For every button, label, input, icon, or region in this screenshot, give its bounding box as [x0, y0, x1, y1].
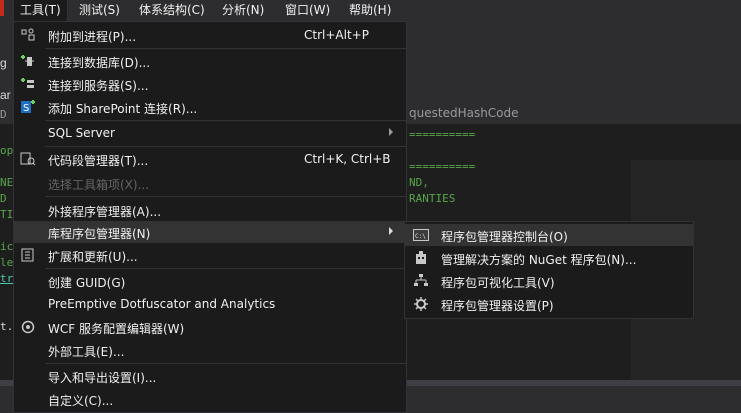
extensions-icon [21, 248, 34, 262]
window-accent [0, 0, 4, 16]
attach-process-icon [21, 28, 35, 41]
menu-item-attach-to-process[interactable]: 附加到进程(P)... Ctrl+Alt+P [14, 24, 406, 46]
menu-item-add-sharepoint[interactable]: S 添加 SharePoint 连接(R)... [14, 96, 406, 118]
left-fragment: D [0, 108, 7, 121]
menu-item-label: 选择工具箱项(X)... [48, 178, 150, 192]
menu-item-label: 自定义(C)... [48, 394, 114, 408]
submenu-item-label: 程序包管理器控制台(O) [441, 230, 568, 244]
document-tab-title[interactable]: questedHashCode [409, 106, 519, 120]
left-fragment: D [0, 192, 7, 205]
menu-item-library-package-manager[interactable]: 库程序包管理器(N) [14, 221, 406, 243]
menu-item-label: 代码段管理器(T)... [48, 154, 149, 168]
sharepoint-icon: S [21, 100, 35, 114]
menu-item-label: PreEmptive Dotfuscator and Analytics [48, 297, 276, 311]
nuget-package-icon [416, 251, 426, 264]
menu-separator [45, 268, 406, 269]
submenu-item-label: 程序包管理器设置(P) [441, 299, 554, 313]
shortcut-label: Ctrl+Alt+P [304, 28, 369, 42]
menu-tools[interactable]: 工具(T) [13, 0, 68, 22]
menu-analyze[interactable]: 分析(N) [216, 0, 270, 21]
menu-separator [45, 48, 406, 49]
menu-item-connect-database[interactable]: 连接到数据库(D)... [14, 50, 406, 72]
shortcut-label: Ctrl+K, Ctrl+B [304, 152, 391, 166]
menu-separator [45, 120, 406, 121]
menu-item-preemptive-dotfuscator[interactable]: PreEmptive Dotfuscator and Analytics [14, 293, 406, 315]
menu-item-label: 连接到服务器(S)... [48, 79, 149, 93]
left-fragment: TI [0, 208, 14, 221]
menu-architecture[interactable]: 体系结构(C) [133, 0, 211, 21]
menu-item-snippet-manager[interactable]: 代码段管理器(T)... Ctrl+K, Ctrl+B [14, 148, 406, 170]
left-fragment: op [0, 144, 14, 157]
menu-item-customize[interactable]: 自定义(C)... [14, 388, 406, 410]
comment-line: RANTIES [409, 192, 456, 205]
menu-item-choose-toolbox-items: 选择工具箱项(X)... [14, 172, 406, 194]
menu-item-sql-server[interactable]: SQL Server [14, 122, 406, 144]
wcf-icon [21, 320, 35, 334]
chevron-right-icon [389, 227, 393, 235]
menu-item-addin-manager[interactable]: 外接程序管理器(A)... [14, 199, 406, 221]
menu-item-label: 外部工具(E)... [48, 345, 125, 359]
console-icon: C:\ [413, 229, 429, 241]
menu-separator [45, 146, 406, 147]
menu-item-connect-server[interactable]: 连接到服务器(S)... [14, 73, 406, 95]
connect-server-icon [21, 78, 34, 88]
left-fragment: NE [0, 176, 14, 189]
menu-item-label: SQL Server [48, 126, 115, 140]
menu-item-external-tools[interactable]: 外部工具(E)... [14, 339, 406, 361]
submenu-item-label: 程序包可视化工具(V) [441, 276, 555, 290]
menu-item-import-export-settings[interactable]: 导入和导出设置(I)... [14, 365, 406, 387]
menu-item-label: WCF 服务配置编辑器(W) [48, 322, 185, 336]
menu-separator [45, 363, 406, 364]
visualizer-icon [414, 274, 428, 286]
submenu-item-label: 管理解决方案的 NuGet 程序包(N)... [441, 253, 637, 267]
menu-item-label: 库程序包管理器(N) [48, 227, 151, 241]
chevron-right-icon [389, 128, 393, 136]
menu-test[interactable]: 测试(S) [73, 0, 126, 21]
left-fragment: ar [0, 88, 11, 102]
left-fragment: ic [0, 240, 14, 253]
left-fragment: tr [0, 272, 14, 285]
menu-window[interactable]: 窗口(W) [279, 0, 336, 21]
tools-dropdown-menu: 附加到进程(P)... Ctrl+Alt+P 连接到数据库(D)... 连接到服… [13, 21, 407, 413]
menu-item-wcf-config-editor[interactable]: WCF 服务配置编辑器(W) [14, 316, 406, 338]
menu-item-label: 外接程序管理器(A)... [48, 205, 162, 219]
comment-line: ========== [409, 128, 476, 141]
menu-item-label: 连接到数据库(D)... [48, 56, 151, 70]
settings-gear-icon [414, 297, 428, 311]
menu-separator [45, 196, 406, 197]
menu-item-label: 创建 GUID(G) [48, 276, 126, 290]
submenu-item-package-settings[interactable]: 程序包管理器设置(P) [405, 293, 693, 315]
svg-text:C:\: C:\ [415, 233, 426, 240]
svg-text:S: S [23, 103, 29, 114]
menu-item-label: 添加 SharePoint 连接(R)... [48, 102, 198, 116]
menu-item-label: 扩展和更新(U)... [48, 250, 138, 264]
menu-item-extensions-updates[interactable]: 扩展和更新(U)... [14, 244, 406, 266]
menu-help[interactable]: 帮助(H) [343, 0, 397, 21]
connect-database-icon [21, 55, 34, 66]
submenu-item-package-visualizer[interactable]: 程序包可视化工具(V) [405, 270, 693, 292]
submenu-item-package-console[interactable]: C:\ 程序包管理器控制台(O) [405, 224, 693, 246]
left-fragment: g [0, 56, 7, 70]
package-manager-submenu: C:\ 程序包管理器控制台(O) 管理解决方案的 NuGet 程序包(N)...… [404, 221, 694, 319]
menu-item-label: 导入和导出设置(I)... [48, 371, 157, 385]
comment-line: ND, [409, 176, 429, 189]
menu-bar: 工具(T) 测试(S) 体系结构(C) 分析(N) 窗口(W) 帮助(H) [0, 0, 741, 22]
left-fragment: le [0, 256, 14, 269]
left-fragment: t. [0, 320, 14, 333]
comment-line: ========== [409, 160, 476, 173]
submenu-item-manage-nuget[interactable]: 管理解决方案的 NuGet 程序包(N)... [405, 247, 693, 269]
menu-item-label: 附加到进程(P)... [48, 30, 137, 44]
snippet-manager-icon [20, 152, 36, 166]
menu-item-create-guid[interactable]: 创建 GUID(G) [14, 270, 406, 292]
